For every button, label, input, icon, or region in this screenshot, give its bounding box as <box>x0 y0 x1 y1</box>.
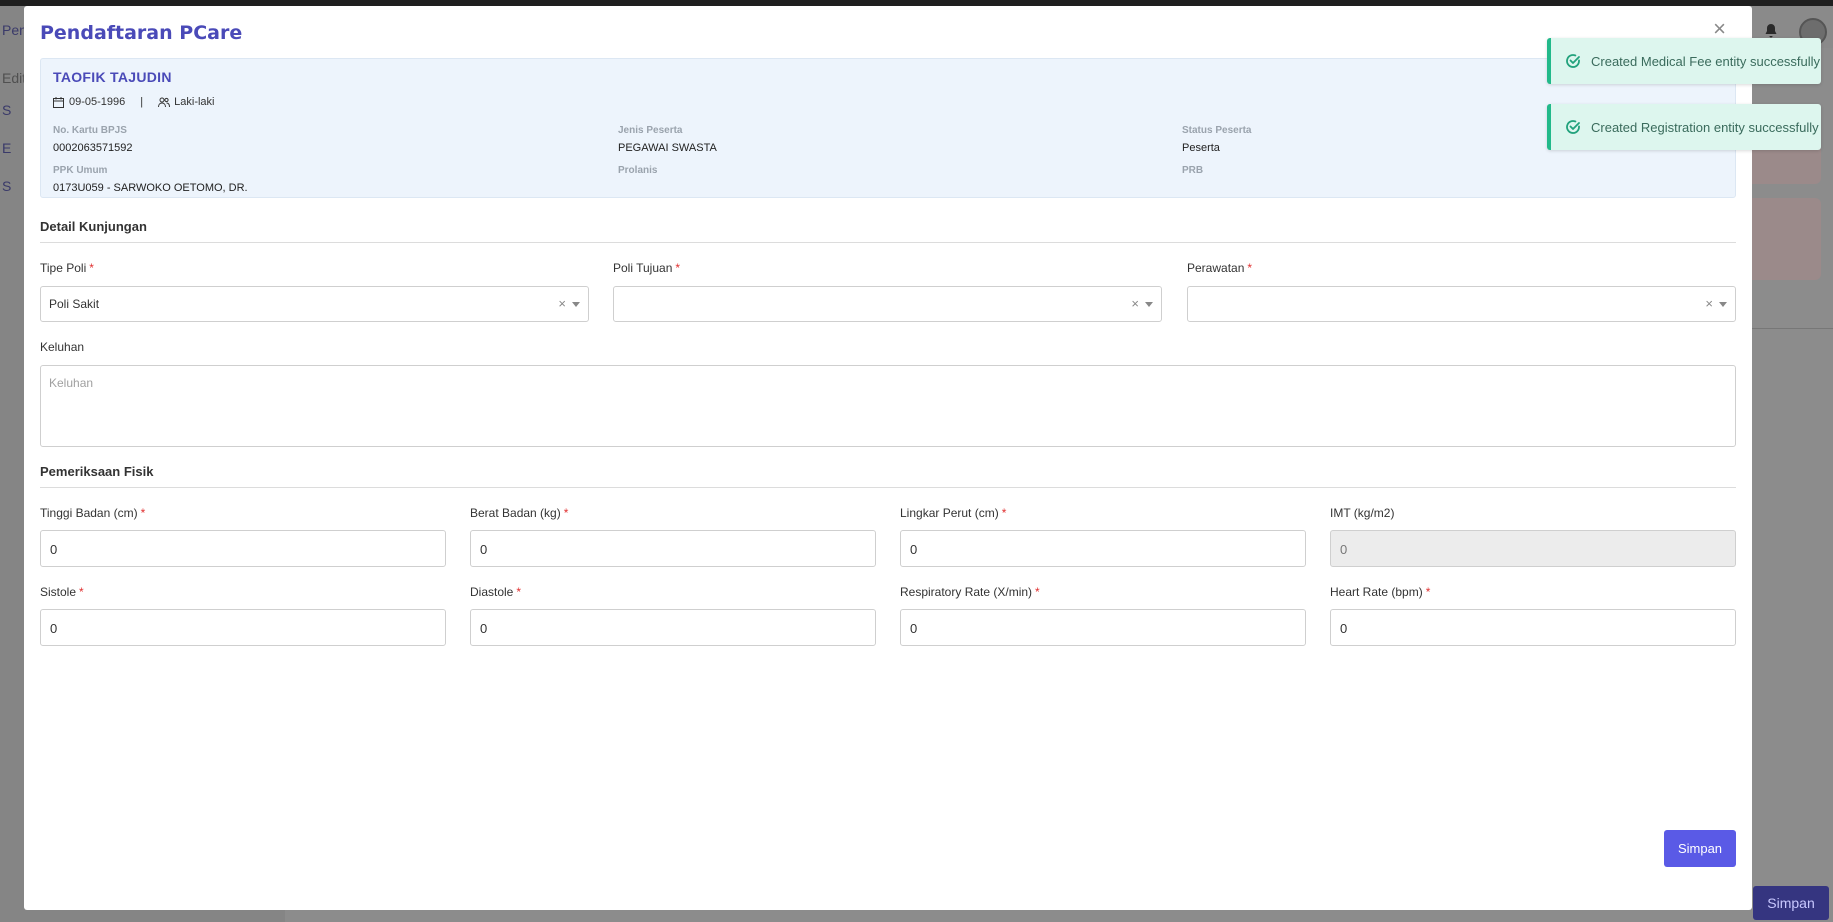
required-mark: * <box>563 506 569 520</box>
clear-icon[interactable]: × <box>1705 296 1713 311</box>
perawatan-select[interactable]: × <box>1187 286 1736 322</box>
tipe-poli-select[interactable]: Poli Sakit × <box>40 286 589 322</box>
required-mark: * <box>89 261 94 275</box>
diastole-value: 0 <box>480 621 488 636</box>
no-kartu-bpjs-label: No. Kartu BPJS <box>53 125 127 136</box>
tinggi-badan-label: Tinggi Badan (cm) * <box>40 506 145 520</box>
status-peserta-label: Status Peserta <box>1182 125 1252 136</box>
imt-label: IMT (kg/m2) <box>1330 506 1395 520</box>
pcare-registration-modal: Pendaftaran PCare × TAOFIK TAJUDIN 09-05… <box>24 6 1752 910</box>
simpan-button[interactable]: Simpan <box>1664 830 1736 867</box>
background-save-button: Simpan <box>1753 886 1829 920</box>
chevron-down-icon[interactable] <box>1145 302 1153 307</box>
heart-rate-value: 0 <box>1340 621 1348 636</box>
patient-name: TAOFIK TAJUDIN <box>53 69 172 85</box>
section-divider <box>40 487 1736 488</box>
respiratory-rate-input[interactable]: 0 <box>900 609 1306 646</box>
keluhan-label: Keluhan <box>40 340 85 354</box>
gender: Laki-laki <box>174 96 215 108</box>
users-icon <box>158 97 171 108</box>
clear-icon[interactable]: × <box>558 296 566 311</box>
respiratory-rate-label: Respiratory Rate (X/min) * <box>900 585 1040 599</box>
chevron-down-icon[interactable] <box>1719 302 1727 307</box>
toast-message: Created Medical Fee entity successfully <box>1591 53 1821 69</box>
jenis-peserta-value: PEGAWAI SWASTA <box>618 142 717 154</box>
patient-info-card: TAOFIK TAJUDIN 09-05-1996 | Laki-laki No… <box>40 58 1736 198</box>
keluhan-textarea[interactable]: Keluhan <box>40 365 1736 447</box>
heart-rate-label: Heart Rate (bpm) * <box>1330 585 1430 599</box>
respiratory-rate-value: 0 <box>910 621 918 636</box>
lingkar-perut-label-text: Lingkar Perut (cm) <box>900 506 999 520</box>
required-mark: * <box>675 261 681 275</box>
toast-notification[interactable]: Created Registration entity successfully <box>1547 104 1821 150</box>
perawatan-label: Perawatan * <box>1187 261 1252 275</box>
section-divider <box>40 242 1736 243</box>
bg-sidebar-text: E <box>2 140 12 156</box>
imt-input: 0 <box>1330 530 1736 567</box>
toast-message: Created Registration entity successfully <box>1591 119 1819 135</box>
background-divider <box>1750 328 1833 329</box>
required-mark: * <box>140 506 146 520</box>
required-mark: * <box>516 585 522 599</box>
diastole-label-text: Diastole <box>470 585 514 599</box>
birth-date: 09-05-1996 <box>69 96 126 108</box>
berat-badan-label: Berat Badan (kg) * <box>470 506 568 520</box>
tinggi-badan-input[interactable]: 0 <box>40 530 446 567</box>
required-mark: * <box>1247 261 1253 275</box>
required-mark: * <box>1001 506 1007 520</box>
jenis-peserta-label: Jenis Peserta <box>618 125 683 136</box>
lingkar-perut-label: Lingkar Perut (cm) * <box>900 506 1006 520</box>
required-mark: * <box>1035 585 1040 599</box>
tipe-poli-label: Tipe Poli * <box>40 261 94 275</box>
close-icon[interactable]: × <box>1713 18 1726 40</box>
toast-notification[interactable]: Created Medical Fee entity successfully <box>1547 38 1821 84</box>
sistole-label-text: Sistole <box>40 585 77 599</box>
tipe-poli-label-text: Tipe Poli <box>40 261 87 275</box>
poli-tujuan-label: Poli Tujuan * <box>613 261 680 275</box>
prb-label: PRB <box>1182 165 1204 176</box>
patient-meta: 09-05-1996 | Laki-laki <box>53 96 215 108</box>
ppk-umum-label: PPK Umum <box>53 165 108 176</box>
berat-badan-label-text: Berat Badan (kg) <box>470 506 561 520</box>
tinggi-badan-value: 0 <box>50 542 58 557</box>
sistole-label: Sistole * <box>40 585 84 599</box>
sistole-value: 0 <box>50 621 58 636</box>
perawatan-label-text: Perawatan <box>1187 261 1245 275</box>
heart-rate-input[interactable]: 0 <box>1330 609 1736 646</box>
ppk-umum-value: 0173U059 - SARWOKO OETOMO, DR. <box>53 182 248 194</box>
calendar-icon <box>53 96 64 108</box>
bg-sidebar-text: Edit <box>2 70 27 86</box>
respiratory-rate-label-text: Respiratory Rate (X/min) <box>900 585 1033 599</box>
required-mark: * <box>1425 585 1431 599</box>
tipe-poli-value: Poli Sakit <box>49 297 100 311</box>
tinggi-badan-label-text: Tinggi Badan (cm) <box>40 506 138 520</box>
chevron-down-icon[interactable] <box>572 302 580 307</box>
lingkar-perut-input[interactable]: 0 <box>900 530 1306 567</box>
pemeriksaan-fisik-title: Pemeriksaan Fisik <box>40 464 154 479</box>
status-peserta-value: Peserta <box>1182 142 1220 154</box>
modal-title: Pendaftaran PCare <box>40 22 243 44</box>
check-circle-icon <box>1565 53 1581 69</box>
diastole-label: Diastole * <box>470 585 521 599</box>
lingkar-perut-value: 0 <box>910 542 918 557</box>
check-circle-icon <box>1565 119 1581 135</box>
bg-sidebar-text: S <box>2 178 12 194</box>
prolanis-label: Prolanis <box>618 165 658 176</box>
required-mark: * <box>79 585 84 599</box>
bg-sidebar-text: S <box>2 102 12 118</box>
clear-icon[interactable]: × <box>1131 296 1139 311</box>
diastole-input[interactable]: 0 <box>470 609 876 646</box>
poli-tujuan-label-text: Poli Tujuan <box>613 261 673 275</box>
detail-kunjungan-title: Detail Kunjungan <box>40 219 147 234</box>
keluhan-placeholder: Keluhan <box>49 376 94 390</box>
heart-rate-label-text: Heart Rate (bpm) <box>1330 585 1423 599</box>
berat-badan-value: 0 <box>480 542 488 557</box>
imt-value: 0 <box>1340 542 1348 557</box>
meta-separator: | <box>140 96 144 108</box>
sistole-input[interactable]: 0 <box>40 609 446 646</box>
poli-tujuan-select[interactable]: × <box>613 286 1162 322</box>
no-kartu-bpjs-value: 0002063571592 <box>53 142 133 154</box>
berat-badan-input[interactable]: 0 <box>470 530 876 567</box>
